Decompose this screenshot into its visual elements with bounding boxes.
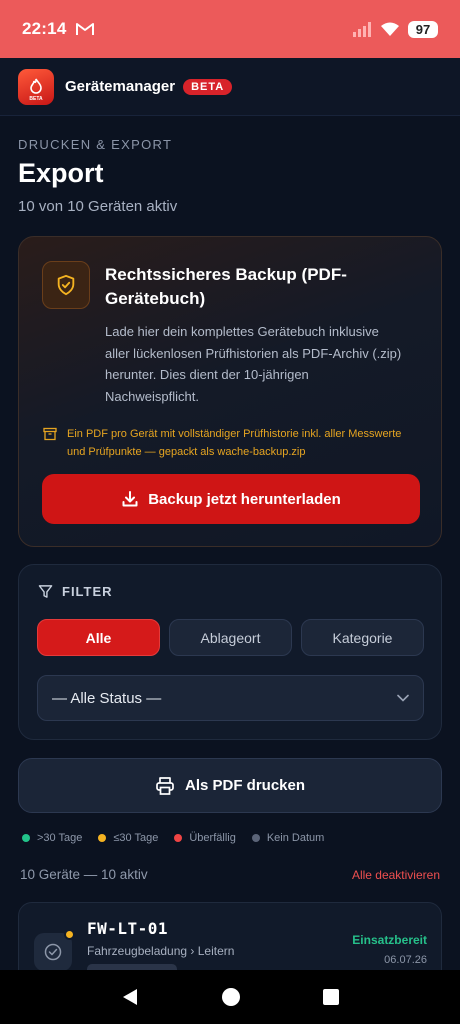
home-icon[interactable] <box>221 987 241 1007</box>
flame-icon <box>30 78 42 94</box>
legend-label: >30 Tage <box>37 832 83 844</box>
legend-label: Kein Datum <box>266 832 325 844</box>
system-nav-bar <box>0 970 460 1024</box>
device-id: FW-LT-01 <box>87 919 169 938</box>
page-eyebrow: DRUCKEN & EXPORT <box>18 137 173 152</box>
status-select[interactable]: — Alle Status — <box>37 675 424 721</box>
wifi-icon <box>381 22 399 36</box>
legend-item: >30 Tage <box>22 832 82 844</box>
legend-dot <box>22 834 30 842</box>
device-status: Einsatzbereit <box>352 933 427 947</box>
filter-pill-ablageort[interactable]: Ablageort <box>169 619 292 656</box>
back-icon[interactable] <box>120 987 140 1007</box>
check-circle-icon <box>44 943 62 961</box>
page-title: Export <box>18 158 104 188</box>
download-backup-button[interactable]: Backup jetzt herunterladen <box>42 474 420 524</box>
filter-card: FILTER Alle Ablageort Kategorie — Alle S… <box>18 564 442 740</box>
legend-item: Überfällig <box>174 832 236 844</box>
backup-description: Lade hier dein komplettes Gerätebuch ink… <box>105 324 402 404</box>
device-count: 10 Geräte — 10 aktiv <box>20 867 148 882</box>
printer-icon <box>156 776 174 795</box>
signal-icon <box>353 22 371 37</box>
deactivate-all-link[interactable]: Alle deaktivieren <box>352 868 440 882</box>
print-pdf-button[interactable]: Als PDF drucken <box>18 758 442 813</box>
device-count-row: 10 Geräte — 10 aktiv Alle deaktivieren <box>20 867 440 882</box>
device-path: Fahrzeugbeladung › Leitern <box>87 944 235 958</box>
legend-item: Kein Datum <box>251 832 325 844</box>
download-icon <box>122 491 138 507</box>
print-pdf-label: Als PDF drucken <box>184 777 306 794</box>
backup-title: Rechtssicheres Backup (PDF-Gerätebuch) <box>105 265 347 308</box>
archive-icon <box>43 427 57 441</box>
device-date: 06.07.26 <box>384 954 427 966</box>
app-header: BETA Gerätemanager BETA <box>0 58 460 116</box>
legend-dot <box>98 834 107 842</box>
chevron-down-icon <box>397 694 409 702</box>
filter-heading-label: FILTER <box>62 584 113 599</box>
legend-label: ≤30 Tage <box>113 832 159 844</box>
legend-dot <box>251 834 260 842</box>
legend-item: ≤30 Tage <box>98 832 158 844</box>
battery-icon: 97 <box>408 20 438 38</box>
filter-heading: FILTER <box>38 584 113 599</box>
legend-label: Überfällig <box>189 832 236 844</box>
beta-badge: BETA <box>183 78 233 95</box>
recents-icon[interactable] <box>322 988 340 1006</box>
legend-dot <box>174 834 183 842</box>
filter-icon <box>38 585 53 598</box>
app-logo[interactable]: BETA <box>18 68 54 105</box>
status-bar: 22:14 97 <box>0 0 460 58</box>
shield-badge <box>42 261 90 309</box>
download-backup-label: Backup jetzt herunterladen <box>148 490 341 508</box>
status-legend: >30 Tage ≤30 Tage Überfällig Kein Datum <box>22 832 324 844</box>
backup-hint: Ein PDF pro Gerät mit vollständiger Prüf… <box>43 425 413 461</box>
filter-pill-kategorie[interactable]: Kategorie <box>301 619 424 656</box>
shield-check-icon <box>57 274 75 296</box>
status-select-value: — Alle Status — <box>52 689 162 707</box>
page-subtitle: 10 von 10 Geräten aktiv <box>18 198 178 215</box>
logo-caption: BETA <box>29 95 43 102</box>
filter-pill-alle[interactable]: Alle <box>37 619 160 656</box>
app-name: Gerätemanager <box>65 78 176 95</box>
status-time: 22:14 <box>22 19 67 38</box>
backup-card: Rechtssicheres Backup (PDF-Gerätebuch) L… <box>18 236 442 547</box>
backup-hint-text: Ein PDF pro Gerät mit vollständiger Prüf… <box>67 428 402 458</box>
gmail-icon <box>76 23 95 35</box>
device-status-dot <box>64 929 75 940</box>
